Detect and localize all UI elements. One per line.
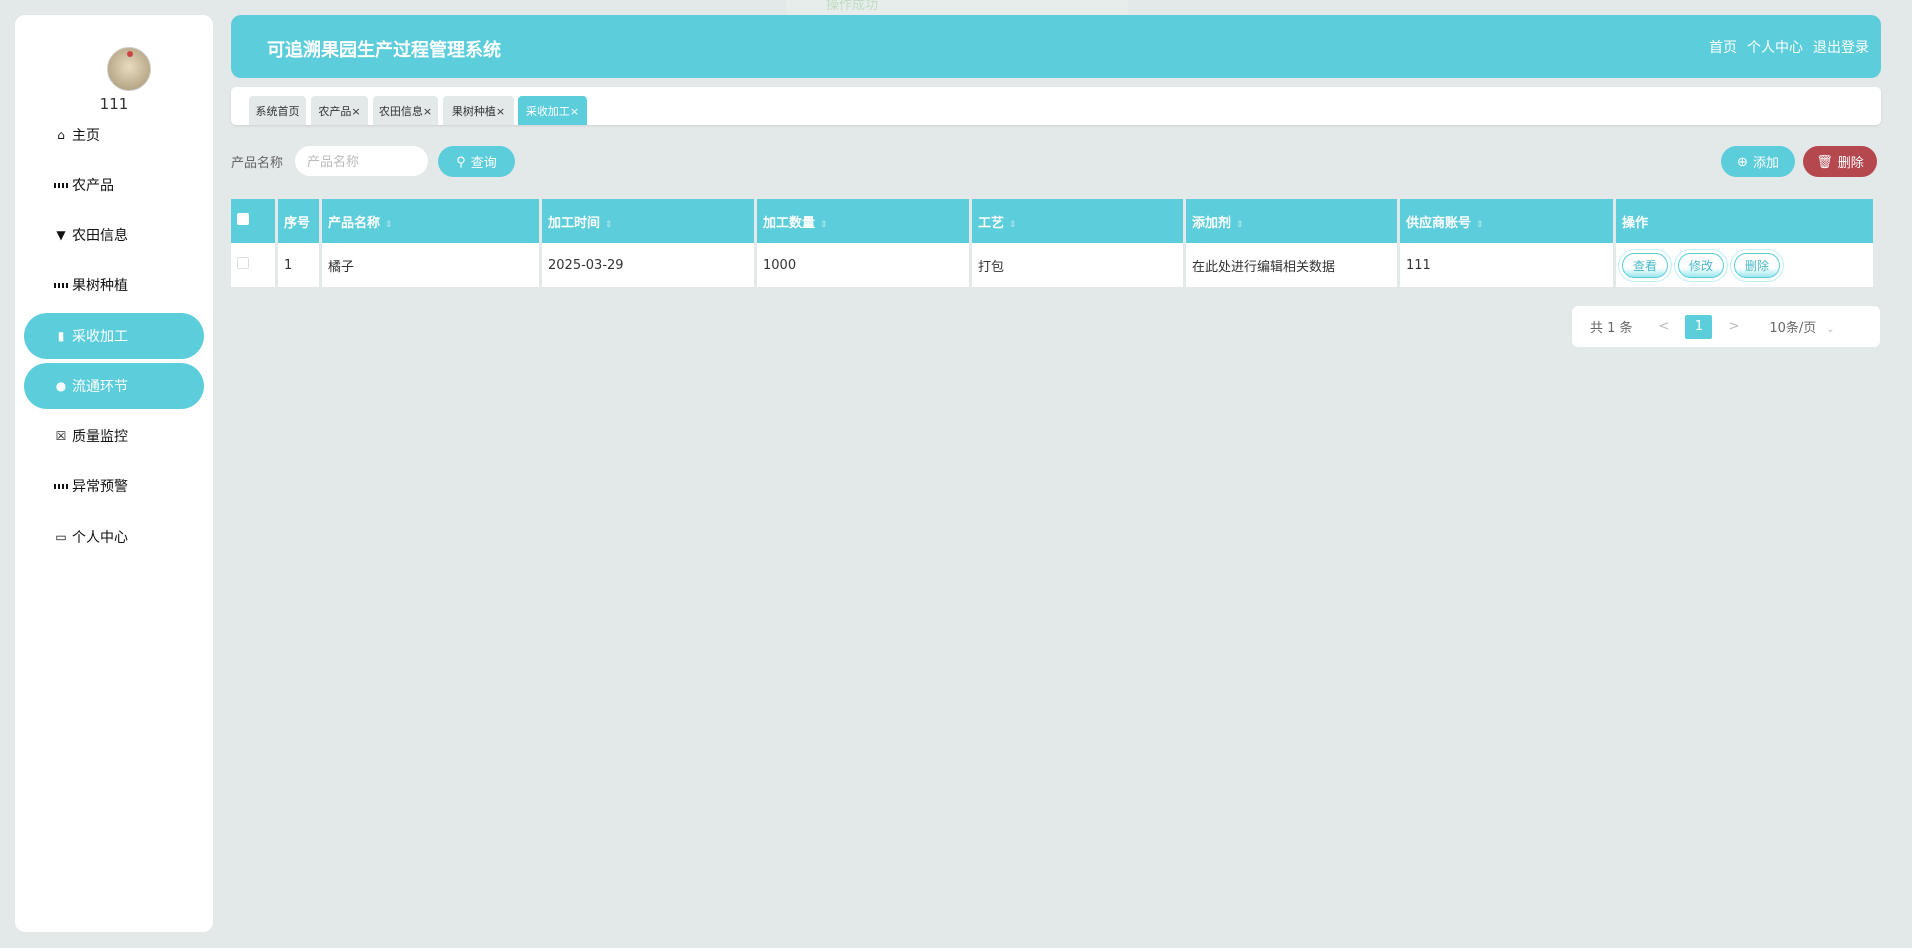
col-process-time[interactable]: 加工时间 ⇕ xyxy=(542,199,754,243)
delete-button[interactable]: 🗑 删除 xyxy=(1803,146,1877,177)
delete-button-label: 删除 xyxy=(1837,155,1864,170)
tab-harvest[interactable]: 采收加工× xyxy=(518,96,587,125)
col-quantity[interactable]: 加工数量 ⇕ xyxy=(757,199,969,243)
cell-craft: 打包 xyxy=(972,243,1183,287)
col-label: 供应商账号 xyxy=(1406,215,1472,231)
toast-text: 操作成功 xyxy=(826,0,879,13)
product-name-input[interactable] xyxy=(295,146,428,176)
col-product-name[interactable]: 产品名称 ⇕ xyxy=(322,199,539,243)
book-icon: ▮ xyxy=(57,329,65,343)
col-label: 添加剂 xyxy=(1192,215,1232,231)
data-table: 序号 产品名称 ⇕ 加工时间 ⇕ 加工数量 ⇕ 工艺 ⇕ 添加剂 ⇕ 供应商账号 ⇕ 操作 … xyxy=(228,199,1876,287)
sidebar-item-label: 主页 xyxy=(72,128,100,144)
cell-supplier: 111 xyxy=(1400,243,1613,287)
home-link[interactable]: 首页 xyxy=(1709,37,1737,57)
search-label: 产品名称 xyxy=(231,156,284,171)
wallet-icon: ▭ xyxy=(55,530,67,544)
col-supplier[interactable]: 供应商账号 ⇕ xyxy=(1400,199,1613,243)
col-actions: 操作 xyxy=(1616,199,1873,243)
sort-icon[interactable]: ⇕ xyxy=(1236,220,1244,230)
prev-page-button[interactable]: < xyxy=(1659,319,1670,334)
search-button-label: 查询 xyxy=(470,155,497,170)
tab-products[interactable]: 农产品× xyxy=(311,96,368,125)
col-label: 加工数量 xyxy=(763,215,816,231)
tab-planting[interactable]: 果树种植× xyxy=(443,96,514,125)
add-button-label: 添加 xyxy=(1752,155,1779,170)
page-1-button[interactable]: 1 xyxy=(1685,314,1713,339)
clipboard-x-icon: ☒ xyxy=(55,429,67,443)
sidebar-item-label: 果树种植 xyxy=(72,278,128,294)
col-label: 产品名称 xyxy=(328,215,381,231)
sidebar-item-home[interactable]: ⌂ 主页 xyxy=(24,112,204,158)
logout-link[interactable]: 退出登录 xyxy=(1813,37,1869,57)
trash-icon: 🗑 xyxy=(1816,153,1833,169)
sidebar-item-label: 质量监控 xyxy=(72,429,128,445)
avatar[interactable] xyxy=(107,47,151,91)
edit-button[interactable]: 修改 xyxy=(1678,252,1725,278)
cell-process-time: 2025-03-29 xyxy=(542,243,754,287)
grid-icon xyxy=(54,479,68,493)
sort-icon[interactable]: ⇕ xyxy=(1476,220,1484,230)
sidebar-item-farmland[interactable]: ▼ 农田信息 xyxy=(24,212,204,258)
next-page-button[interactable]: > xyxy=(1728,319,1739,334)
sidebar-item-label: 农产品 xyxy=(72,178,114,194)
grid-icon xyxy=(54,278,68,292)
col-additive[interactable]: 添加剂 ⇕ xyxy=(1186,199,1397,243)
sidebar-item-planting[interactable]: 果树种植 xyxy=(24,262,204,308)
select-all-checkbox[interactable] xyxy=(231,199,275,243)
sidebar-item-label: 个人中心 xyxy=(72,530,128,546)
header: 可追溯果园生产过程管理系统 首页 个人中心 退出登录 xyxy=(231,15,1881,78)
cell-index: 1 xyxy=(278,243,319,287)
grid-icon xyxy=(54,178,68,192)
table-header-row: 序号 产品名称 ⇕ 加工时间 ⇕ 加工数量 ⇕ 工艺 ⇕ 添加剂 ⇕ 供应商账号 ⇕ 操作 xyxy=(231,199,1873,243)
sidebar-item-quality[interactable]: ☒ 质量监控 xyxy=(24,413,204,459)
tab-bar: 系统首页 农产品× 农田信息× 果树种植× 采收加工× xyxy=(231,87,1881,125)
plus-circle-icon: ⊕ xyxy=(1737,153,1748,169)
sidebar: 111 ⌂ 主页 农产品 ▼ 农田信息 果树种植 ▮ 采收加工 ● 流通环节 ☒ 质量监控… xyxy=(15,15,213,932)
col-label: 加工时间 xyxy=(548,215,601,231)
tab-farmland[interactable]: 农田信息× xyxy=(373,96,438,125)
page-size-select[interactable]: 10条/页 ⌄ xyxy=(1769,317,1834,336)
pagination: 共 1 条 < 1 > 10条/页 ⌄ xyxy=(1572,306,1880,347)
sort-icon[interactable]: ⇕ xyxy=(820,220,828,230)
user-icon: ● xyxy=(55,379,67,393)
home-icon: ⌂ xyxy=(57,128,65,142)
sort-icon[interactable]: ⇕ xyxy=(385,220,393,230)
sort-icon[interactable]: ⇕ xyxy=(1009,220,1017,230)
username: 111 xyxy=(99,95,129,113)
sidebar-item-label: 采收加工 xyxy=(72,329,128,345)
page-size-value: 10条/页 xyxy=(1769,321,1817,336)
cell-quantity: 1000 xyxy=(757,243,969,287)
add-button[interactable]: ⊕ 添加 xyxy=(1721,146,1795,177)
search-button[interactable]: ⚲ 查询 xyxy=(438,146,515,177)
sidebar-item-alerts[interactable]: 异常预警 xyxy=(24,463,204,509)
row-delete-button[interactable]: 删除 xyxy=(1734,252,1781,278)
col-index: 序号 xyxy=(278,199,319,243)
app-title: 可追溯果园生产过程管理系统 xyxy=(267,40,501,61)
cell-actions: 查看 修改 删除 xyxy=(1616,243,1873,287)
sidebar-item-label: 农田信息 xyxy=(72,228,128,244)
plug-icon: ▼ xyxy=(56,228,66,242)
chevron-down-icon: ⌄ xyxy=(1826,324,1835,335)
profile-link[interactable]: 个人中心 xyxy=(1747,37,1803,57)
sidebar-item-harvest[interactable]: ▮ 采收加工 xyxy=(24,313,204,359)
cell-product-name: 橘子 xyxy=(322,243,539,287)
sidebar-item-label: 异常预警 xyxy=(72,479,128,495)
total-count: 共 1 条 xyxy=(1590,321,1633,336)
cell-additive: 在此处进行编辑相关数据 xyxy=(1186,243,1397,287)
sidebar-item-profile[interactable]: ▭ 个人中心 xyxy=(24,514,204,560)
sidebar-item-circulation[interactable]: ● 流通环节 xyxy=(24,363,204,409)
sidebar-item-label: 流通环节 xyxy=(72,379,128,395)
table-row: 1 橘子 2025-03-29 1000 打包 在此处进行编辑相关数据 111 … xyxy=(231,243,1873,287)
col-label: 工艺 xyxy=(978,215,1005,231)
row-checkbox[interactable] xyxy=(231,243,275,287)
tab-home[interactable]: 系统首页 xyxy=(249,96,306,125)
search-icon: ⚲ xyxy=(456,153,466,169)
sidebar-item-products[interactable]: 农产品 xyxy=(24,162,204,208)
col-craft[interactable]: 工艺 ⇕ xyxy=(972,199,1183,243)
sort-icon[interactable]: ⇕ xyxy=(605,220,613,230)
view-button[interactable]: 查看 xyxy=(1622,252,1669,278)
